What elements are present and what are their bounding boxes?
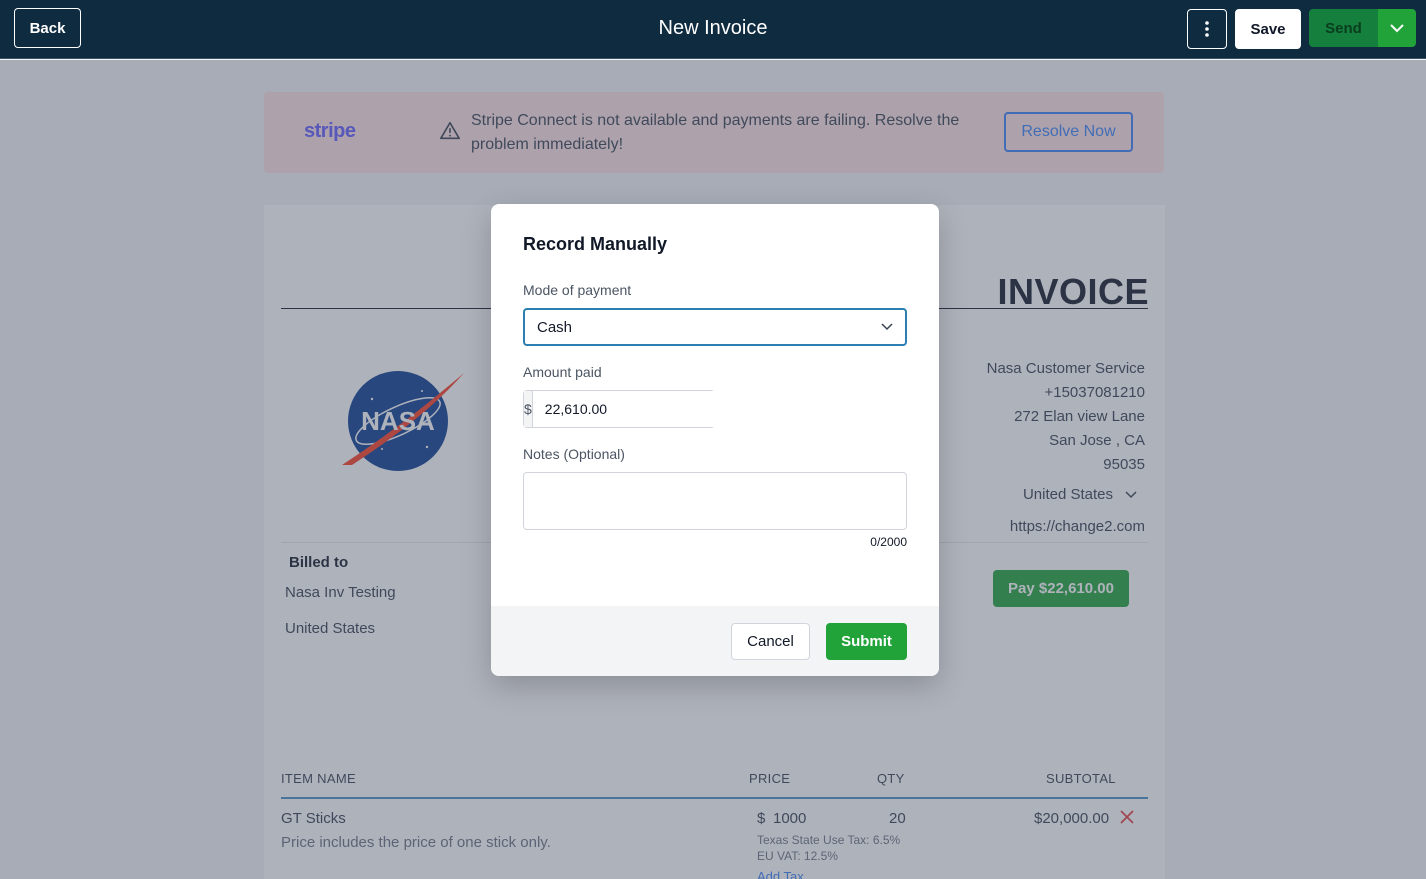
currency-prefix: $: [524, 391, 533, 427]
mode-of-payment-value: Cash: [537, 318, 573, 336]
kebab-menu-icon: [1205, 21, 1209, 37]
top-bar: Back New Invoice Save Send: [0, 0, 1426, 59]
modal-title: Record Manually: [523, 234, 668, 254]
mode-of-payment-label: Mode of payment: [523, 282, 632, 298]
cancel-button[interactable]: Cancel: [731, 623, 810, 660]
mode-of-payment-select[interactable]: Cash: [523, 308, 907, 346]
send-options-dropdown[interactable]: [1378, 9, 1416, 47]
chevron-down-icon: [1390, 23, 1404, 32]
more-options-button[interactable]: [1187, 9, 1227, 49]
modal-footer: Cancel Submit: [491, 606, 939, 676]
amount-paid-field: $: [523, 390, 726, 428]
notes-label: Notes (Optional): [523, 446, 625, 462]
record-manually-modal: Record Manually Mode of payment Cash Amo…: [491, 204, 939, 676]
chevron-down-icon: [881, 323, 893, 331]
amount-paid-input[interactable]: [532, 391, 726, 427]
notes-textarea[interactable]: [523, 472, 907, 530]
amount-paid-label: Amount paid: [523, 364, 602, 380]
save-button[interactable]: Save: [1235, 9, 1301, 49]
notes-char-counter: 0/2000: [870, 535, 907, 549]
submit-button[interactable]: Submit: [826, 623, 907, 660]
send-button[interactable]: Send: [1309, 9, 1378, 47]
